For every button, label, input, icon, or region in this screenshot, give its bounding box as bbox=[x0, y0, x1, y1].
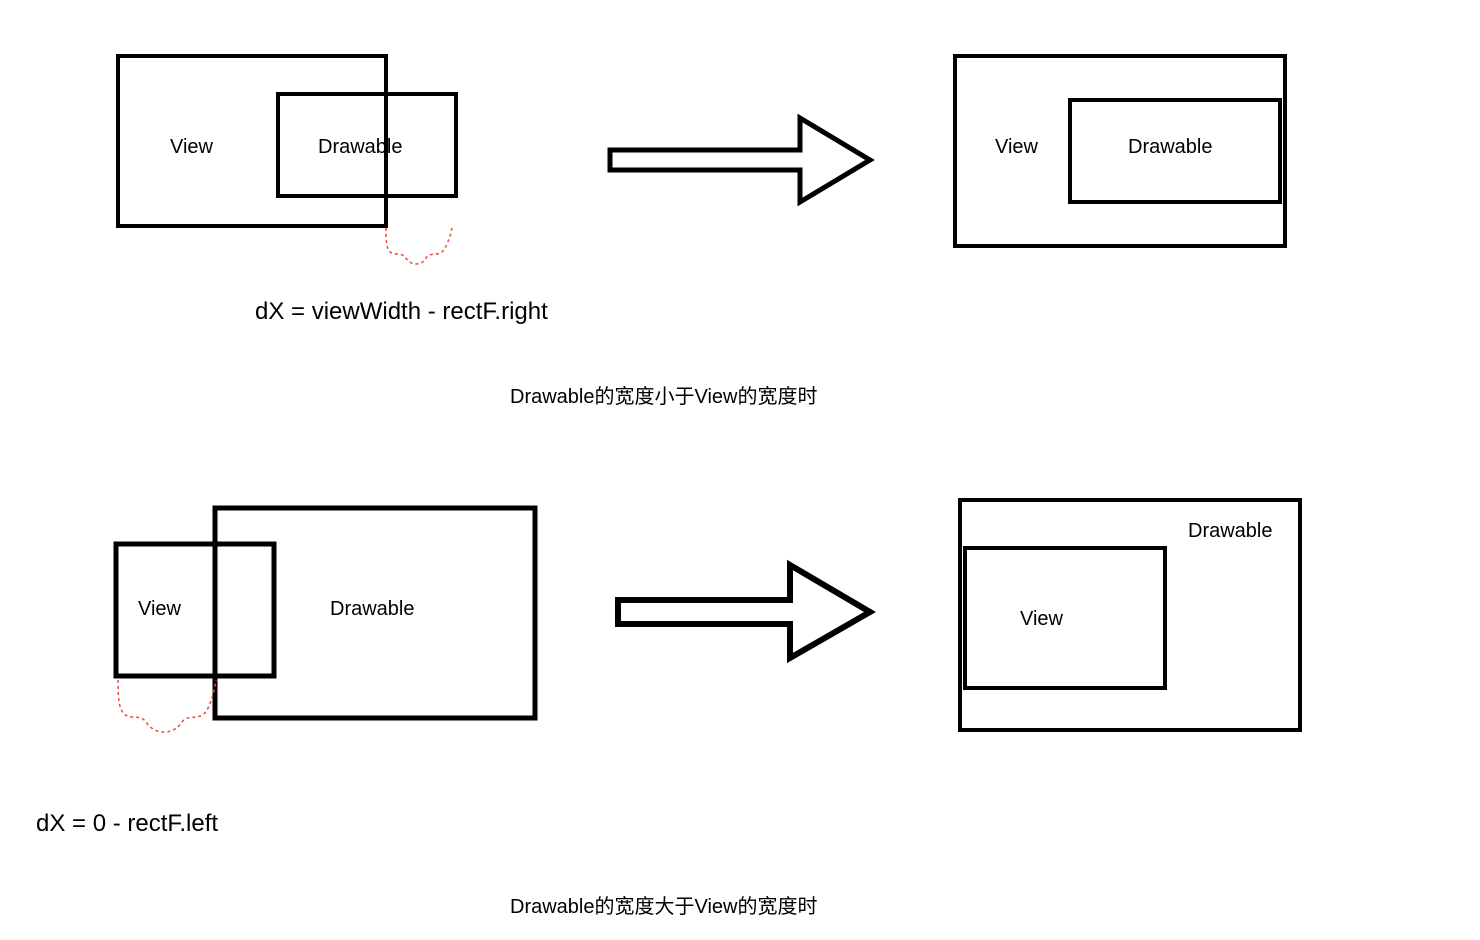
d1-left-view-label: View bbox=[170, 136, 213, 159]
d1-formula: dX = viewWidth - rectF.right bbox=[255, 298, 548, 326]
d2-right-view-label: View bbox=[1020, 608, 1063, 631]
d2-right-view-rect bbox=[965, 548, 1165, 688]
d2-caption: Drawable的宽度大于View的宽度时 bbox=[510, 890, 817, 919]
d1-right-view-label: View bbox=[995, 136, 1038, 159]
d1-right-drawable-label: Drawable bbox=[1128, 136, 1212, 159]
d2-left-view-label: View bbox=[138, 598, 181, 621]
diagram-svg bbox=[0, 0, 1480, 940]
d2-right-drawable-label: Drawable bbox=[1188, 520, 1272, 543]
d2-arrow bbox=[618, 565, 870, 658]
d2-formula: dX = 0 - rectF.left bbox=[36, 810, 218, 838]
d1-caption: Drawable的宽度小于View的宽度时 bbox=[510, 380, 817, 409]
d1-red-brace bbox=[386, 228, 452, 264]
d1-arrow bbox=[610, 118, 870, 202]
d1-left-drawable-label: Drawable bbox=[318, 136, 402, 159]
d2-red-brace bbox=[118, 680, 216, 732]
d2-left-drawable-label: Drawable bbox=[330, 598, 414, 621]
